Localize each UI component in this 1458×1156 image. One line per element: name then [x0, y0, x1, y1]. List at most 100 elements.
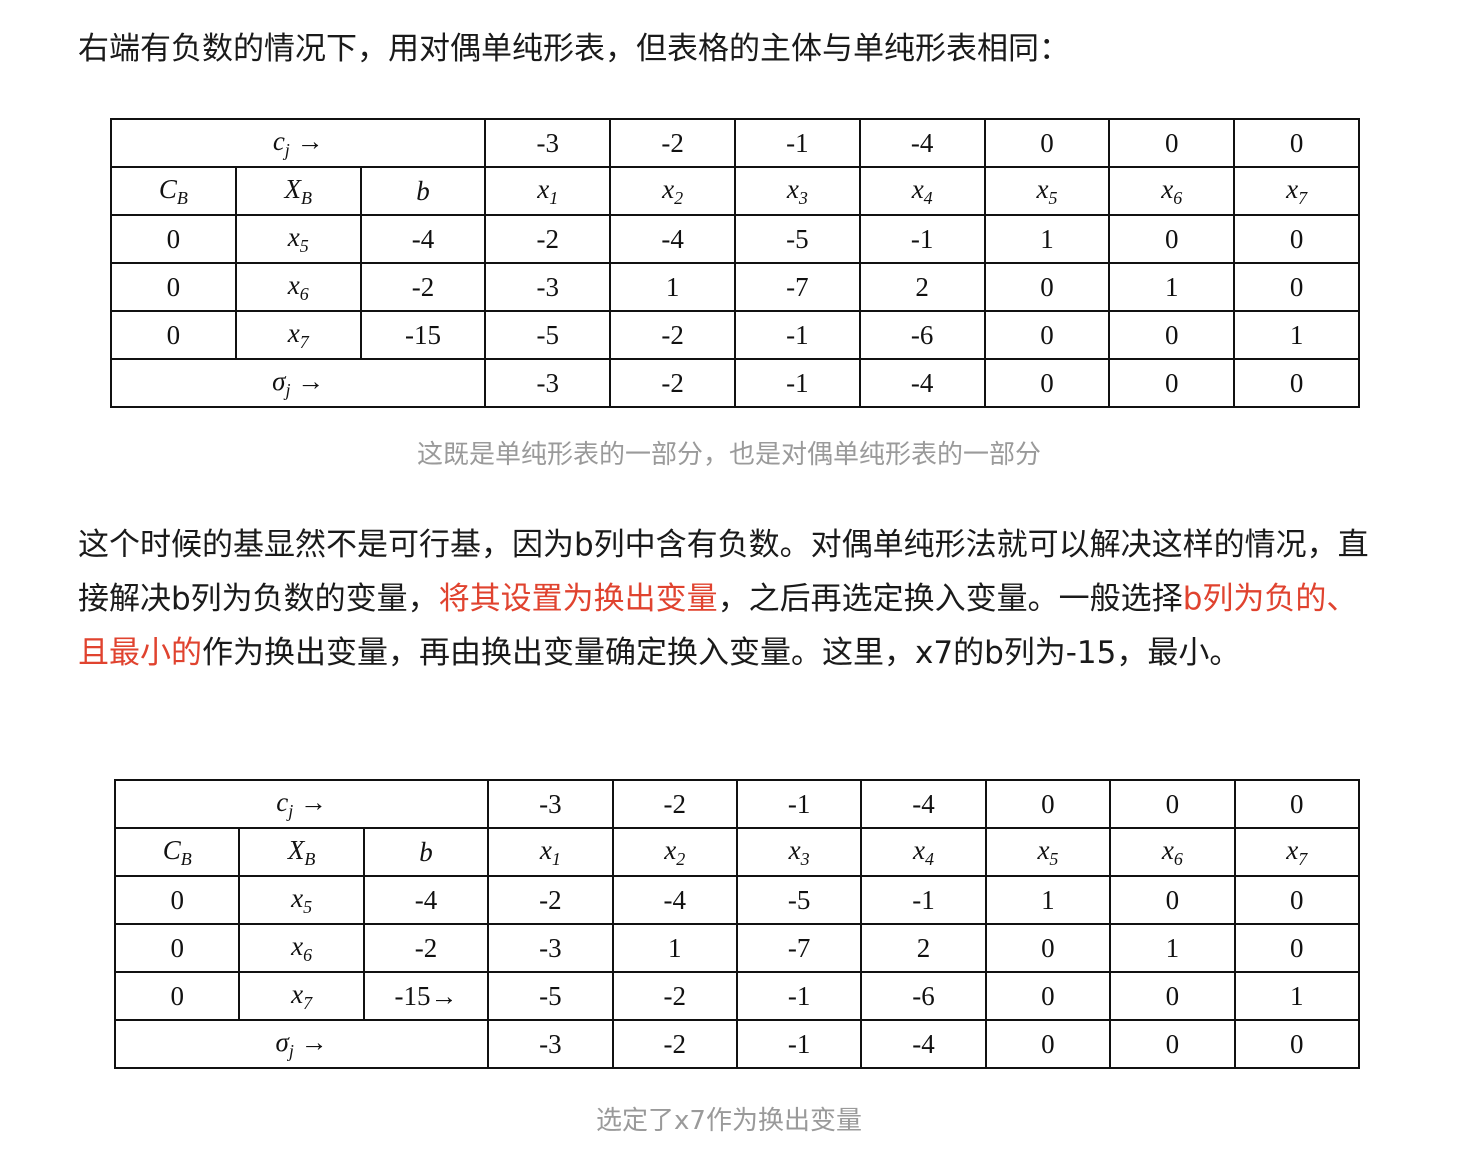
right-arrow-icon: →: [297, 365, 325, 396]
cj-value: -3: [487, 779, 614, 829]
cj-row: cj → -3 -2 -1 -4 0 0 0: [113, 779, 1361, 829]
header-cb: CB: [110, 166, 237, 216]
value-cell: -2: [487, 875, 614, 925]
value-cell: -5: [484, 310, 612, 360]
cb-cell: 0: [113, 923, 241, 973]
sigma-value: 0: [983, 358, 1111, 408]
sigma-symbol: σj: [272, 365, 291, 400]
cb-cell: 0: [110, 310, 237, 360]
sigma-label-cell: σj →: [113, 1019, 490, 1069]
sigma-value: 0: [1233, 1019, 1361, 1069]
value-cell: 1: [983, 214, 1111, 264]
table2-caption: 选定了x7作为换出变量: [596, 1106, 862, 1136]
header-cb: CB: [113, 827, 241, 877]
table-row: 0 x7 -15 -5 -2 -1 -6 0 0 1: [110, 310, 1360, 360]
value-cell: 0: [983, 262, 1111, 312]
header-xb: XB: [238, 827, 365, 877]
header-var: x7: [1233, 827, 1361, 877]
header-row: CB XB b x1 x2 x3 x4 x5 x6 x7: [113, 827, 1361, 877]
cj-value: 0: [1233, 779, 1361, 829]
header-var: x4: [858, 166, 986, 216]
cj-value: 0: [983, 118, 1111, 168]
sigma-value: -3: [484, 358, 612, 408]
xb-cell: x5: [234, 214, 362, 264]
value-cell: -3: [484, 262, 612, 312]
value-cell: 0: [983, 310, 1111, 360]
header-row: CB XB b x1 x2 x3 x4 x5 x6 x7: [110, 166, 1360, 216]
value-cell: -3: [487, 923, 614, 973]
header-var: x1: [487, 827, 614, 877]
table-row: 0 x7 -15→ -5 -2 -1 -6 0 0 1: [113, 971, 1361, 1021]
header-var: x1: [484, 166, 612, 216]
right-arrow-icon: →: [300, 1026, 328, 1057]
value-cell: 0: [1233, 875, 1361, 925]
value-cell: 0: [1109, 971, 1236, 1021]
header-var: x3: [733, 166, 861, 216]
xb-cell: x7: [238, 971, 365, 1021]
cj-value: -4: [858, 118, 986, 168]
cj-value: -1: [733, 118, 861, 168]
b-cell: -4: [359, 214, 487, 264]
value-cell: 1: [609, 262, 736, 312]
cj-value: 0: [984, 779, 1112, 829]
b-cell: -4: [362, 875, 490, 925]
sigma-value: -4: [860, 1019, 987, 1069]
value-cell: -7: [735, 923, 863, 973]
b-cell: -2: [362, 923, 490, 973]
b-cell: -15: [359, 310, 487, 360]
header-var: x2: [609, 166, 736, 216]
cb-cell: 0: [113, 971, 241, 1021]
value-cell: 0: [1233, 923, 1361, 973]
cb-cell: 0: [110, 262, 237, 312]
value-cell: -4: [609, 214, 736, 264]
value-cell: 1: [984, 875, 1112, 925]
value-cell: 1: [1109, 923, 1236, 973]
value-cell: -4: [611, 875, 738, 925]
value-cell: -5: [733, 214, 861, 264]
value-cell: 0: [1233, 214, 1360, 264]
value-cell: -5: [735, 875, 863, 925]
table-row: 0 x6 -2 -3 1 -7 2 0 1 0: [113, 923, 1361, 973]
xb-cell: x5: [238, 875, 365, 925]
header-var: x2: [611, 827, 738, 877]
cj-value: -3: [484, 118, 612, 168]
header-var: x5: [983, 166, 1111, 216]
value-cell: 1: [1108, 262, 1236, 312]
sigma-label-cell: σj →: [109, 358, 487, 408]
value-cell: 0: [984, 971, 1112, 1021]
table-row: 0 x5 -4 -2 -4 -5 -1 1 0 0: [113, 875, 1361, 925]
value-cell: 0: [1108, 214, 1236, 264]
sigma-value: 0: [1108, 358, 1236, 408]
header-var: x4: [860, 827, 987, 877]
cj-value: -1: [735, 779, 863, 829]
sigma-row: σj → -3 -2 -1 -4 0 0 0: [109, 358, 1360, 408]
value-cell: -5: [487, 971, 614, 1021]
value-cell: -1: [733, 310, 861, 360]
value-cell: 1: [1233, 310, 1360, 360]
value-cell: 0: [984, 923, 1112, 973]
simplex-table-pivot: cj → -3 -2 -1 -4 0 0 0 CB XB b x1 x2 x3 …: [113, 779, 1361, 1069]
value-cell: -2: [484, 214, 612, 264]
sigma-value: -1: [735, 1019, 863, 1069]
value-cell: -2: [611, 971, 738, 1021]
sigma-value: -2: [609, 358, 736, 408]
sigma-value: -2: [611, 1019, 738, 1069]
table-row: 0 x6 -2 -3 1 -7 2 0 1 0: [110, 262, 1360, 312]
sigma-value: 0: [1109, 1019, 1236, 1069]
value-cell: -7: [733, 262, 861, 312]
cj-value: 0: [1108, 118, 1236, 168]
value-cell: -1: [735, 971, 863, 1021]
sigma-symbol: σj: [275, 1026, 294, 1061]
cj-value: -2: [611, 779, 738, 829]
value-cell: 0: [1233, 262, 1360, 312]
cb-cell: 0: [110, 214, 237, 264]
value-cell: -6: [858, 310, 986, 360]
value-cell: 1: [611, 923, 738, 973]
cj-label-cell: cj →: [113, 779, 490, 829]
header-var: x6: [1108, 166, 1236, 216]
cj-row: cj → -3 -2 -1 -4 0 0 0: [109, 118, 1360, 168]
cj-value: 0: [1109, 779, 1236, 829]
highlight-text: 将其设置为换出变量: [438, 581, 718, 617]
value-cell: -1: [860, 875, 987, 925]
value-cell: -1: [858, 214, 986, 264]
